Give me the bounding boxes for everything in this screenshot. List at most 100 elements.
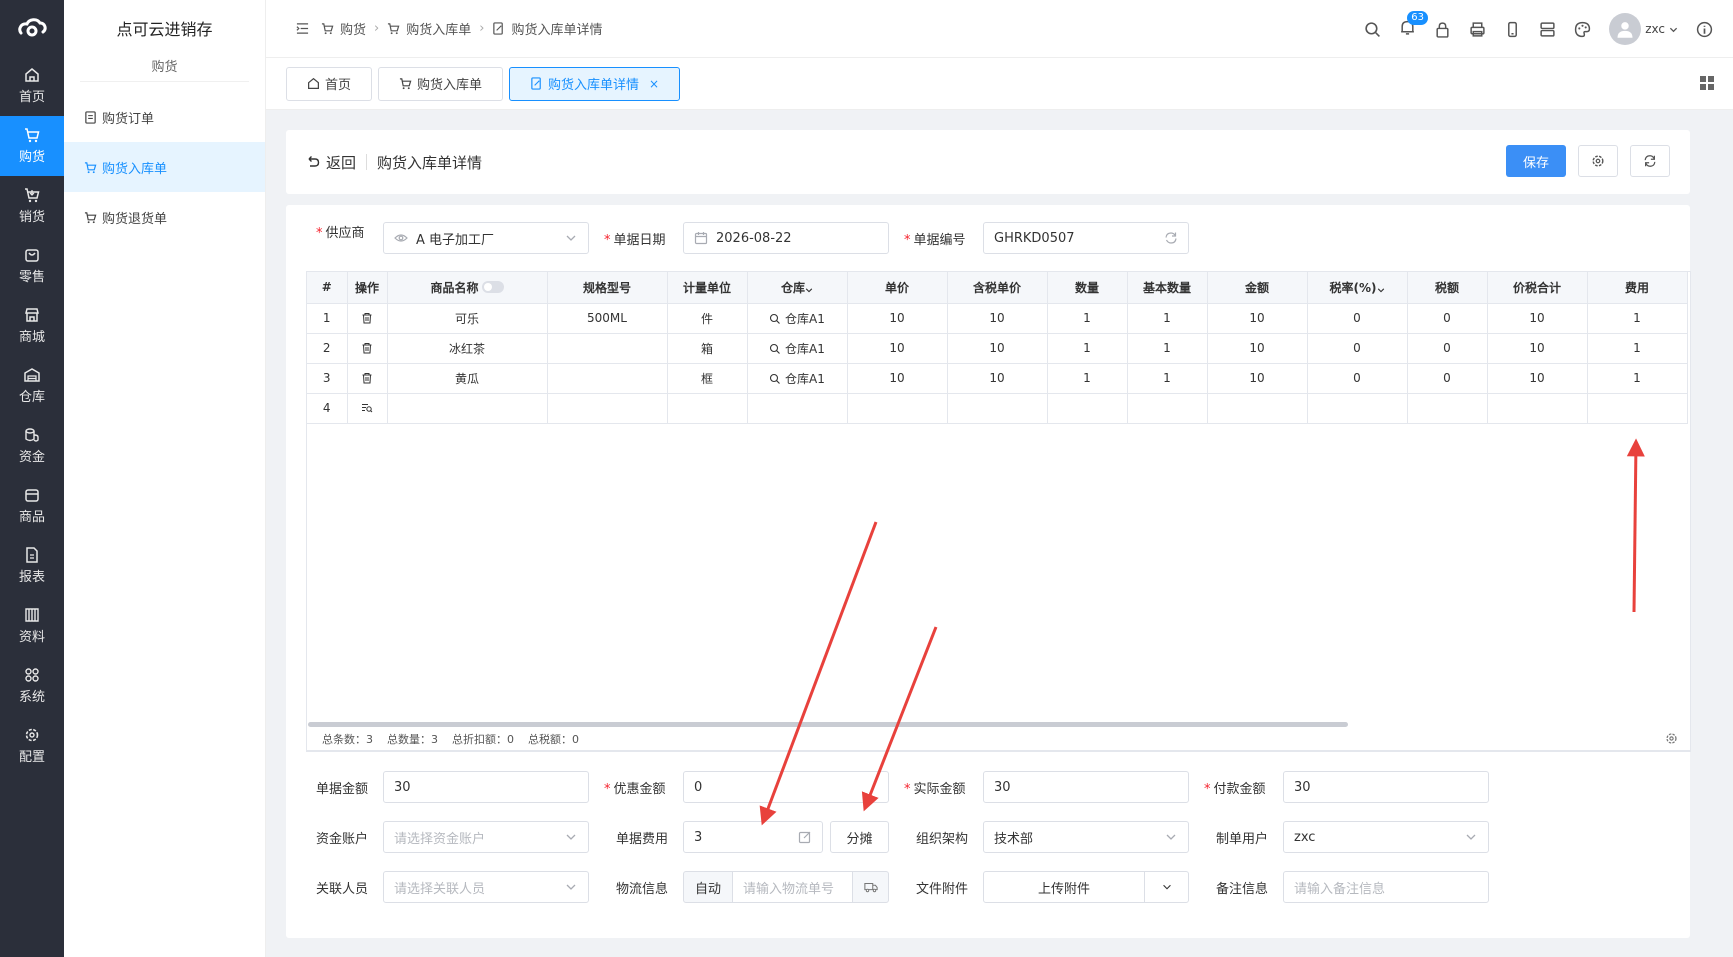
cell-total[interactable]: 10: [1487, 303, 1588, 334]
rail-item-mall[interactable]: 商城: [0, 296, 64, 356]
cell-product-name[interactable]: 可乐: [387, 303, 548, 334]
bill-amount-input[interactable]: 30: [383, 771, 589, 803]
account-select[interactable]: 请选择资金账户: [383, 821, 589, 853]
cell-price[interactable]: [847, 393, 948, 424]
layout-grid-icon[interactable]: [1699, 75, 1715, 91]
cell-total[interactable]: [1487, 393, 1588, 424]
rail-item-purchase[interactable]: 购货: [0, 116, 64, 176]
cell-tax-price[interactable]: 10: [947, 333, 1048, 364]
cell-tax[interactable]: 0: [1407, 333, 1488, 364]
table-row[interactable]: 1 可乐 500ML 件 仓库A1 10 10 1 1 10 0 0 10 1: [307, 303, 1688, 334]
tab-home[interactable]: 首页: [286, 66, 373, 101]
cell-price[interactable]: 10: [847, 363, 948, 394]
cell-tax-rate[interactable]: 0: [1307, 303, 1408, 334]
trash-icon[interactable]: [361, 372, 373, 384]
save-button[interactable]: 保存: [1506, 145, 1566, 177]
trash-icon[interactable]: [361, 342, 373, 354]
bill-number-input[interactable]: GHRKD0507: [983, 222, 1189, 254]
cell-tax-rate[interactable]: 0: [1307, 333, 1408, 364]
table-row[interactable]: 3 黄瓜 框 仓库A1 10 10 1 1 10 0 0 10 1: [307, 363, 1688, 394]
cell-fee[interactable]: 1: [1587, 363, 1688, 394]
cell-unit[interactable]: 箱: [667, 333, 748, 364]
gear-icon[interactable]: [1665, 732, 1678, 745]
rail-item-data[interactable]: 资料: [0, 596, 64, 656]
discount-input[interactable]: 0: [683, 771, 889, 803]
upload-attachment-button[interactable]: 上传附件: [983, 871, 1145, 903]
payment-amount-input[interactable]: 30: [1283, 771, 1489, 803]
cell-product-name[interactable]: 冰红茶: [387, 333, 548, 364]
product-name-toggle[interactable]: [481, 280, 504, 293]
cell-product-name[interactable]: 黄瓜: [387, 363, 548, 394]
cell-spec[interactable]: [547, 333, 668, 364]
logistics-auto-button[interactable]: 自动: [683, 871, 733, 903]
cell-tax[interactable]: 0: [1407, 303, 1488, 334]
search-icon[interactable]: [1364, 21, 1381, 38]
cell-qty[interactable]: 1: [1047, 333, 1128, 364]
sub-nav-item-purchase-return[interactable]: 购货退货单: [64, 192, 265, 242]
cell-qty[interactable]: [1047, 393, 1128, 424]
actual-amount-input[interactable]: 30: [983, 771, 1189, 803]
cell-warehouse[interactable]: 仓库A1: [747, 303, 848, 334]
cell-qty[interactable]: 1: [1047, 363, 1128, 394]
refresh-icon[interactable]: [1164, 231, 1178, 245]
cell-tax-rate[interactable]: [1307, 393, 1408, 424]
cell-warehouse[interactable]: 仓库A1: [747, 363, 848, 394]
cell-unit[interactable]: 框: [667, 363, 748, 394]
printer-icon[interactable]: [1469, 21, 1486, 38]
user-menu[interactable]: zxc: [1609, 13, 1678, 45]
cell-tax-price[interactable]: 10: [947, 363, 1048, 394]
rail-item-reports[interactable]: 报表: [0, 536, 64, 596]
cell-fee[interactable]: [1587, 393, 1688, 424]
notification-button[interactable]: 63: [1399, 10, 1428, 40]
logistics-input[interactable]: 请输入物流单号: [732, 871, 853, 903]
cell-fee[interactable]: 1: [1587, 333, 1688, 364]
rail-item-home[interactable]: 首页: [0, 56, 64, 116]
cell-amount[interactable]: 10: [1207, 363, 1308, 394]
breadcrumb-item-receipt[interactable]: 购货入库单: [387, 19, 471, 38]
tab-purchase-receipt[interactable]: 购货入库单: [378, 66, 504, 101]
allocate-button[interactable]: 分摊: [830, 821, 889, 853]
cell-amount[interactable]: 10: [1207, 333, 1308, 364]
attachment-dropdown-button[interactable]: [1144, 871, 1189, 903]
server-icon[interactable]: [1539, 21, 1556, 38]
cell-spec[interactable]: 500ML: [547, 303, 668, 334]
lock-icon[interactable]: [1434, 21, 1451, 38]
cell-tax-price[interactable]: 10: [947, 303, 1048, 334]
breadcrumb-item-purchase[interactable]: 购货: [321, 19, 366, 38]
sub-nav-item-purchase-order[interactable]: 购货订单: [64, 92, 265, 142]
menu-fold-icon[interactable]: [296, 22, 309, 35]
rail-item-sales[interactable]: 销货: [0, 176, 64, 236]
cell-unit[interactable]: [667, 393, 748, 424]
cell-price[interactable]: 10: [847, 303, 948, 334]
rail-item-funds[interactable]: 资金: [0, 416, 64, 476]
remark-input[interactable]: 请输入备注信息: [1283, 871, 1489, 903]
tab-close-icon[interactable]: ×: [649, 77, 659, 91]
table-row[interactable]: 2 冰红茶 箱 仓库A1 10 10 1 1 10 0 0 10 1: [307, 333, 1688, 364]
related-select[interactable]: 请选择关联人员: [383, 871, 589, 903]
app-logo[interactable]: [0, 0, 64, 56]
trash-icon[interactable]: [361, 312, 373, 324]
cell-warehouse[interactable]: [747, 393, 848, 424]
logistics-track-button[interactable]: [852, 871, 889, 903]
col-tax-rate[interactable]: 税率(%): [1307, 272, 1408, 304]
rail-item-config[interactable]: 配置: [0, 716, 64, 776]
table-row-empty[interactable]: 4: [307, 393, 1688, 424]
cell-total[interactable]: 10: [1487, 363, 1588, 394]
mobile-icon[interactable]: [1504, 21, 1521, 38]
cell-amount[interactable]: 10: [1207, 303, 1308, 334]
col-warehouse[interactable]: 仓库: [747, 272, 848, 304]
back-button[interactable]: 返回: [306, 152, 356, 173]
cell-warehouse[interactable]: 仓库A1: [747, 333, 848, 364]
rail-item-retail[interactable]: 零售: [0, 236, 64, 296]
cell-amount[interactable]: [1207, 393, 1308, 424]
cell-unit[interactable]: 件: [667, 303, 748, 334]
cell-tax[interactable]: 0: [1407, 363, 1488, 394]
cell-qty[interactable]: 1: [1047, 303, 1128, 334]
cell-price[interactable]: 10: [847, 333, 948, 364]
cell-fee[interactable]: 1: [1587, 303, 1688, 334]
tab-purchase-receipt-detail[interactable]: 购货入库单详情 ×: [509, 66, 681, 101]
date-picker[interactable]: 2026-08-22: [683, 222, 889, 254]
cell-spec[interactable]: [547, 363, 668, 394]
cell-total[interactable]: 10: [1487, 333, 1588, 364]
cell-tax-price[interactable]: [947, 393, 1048, 424]
